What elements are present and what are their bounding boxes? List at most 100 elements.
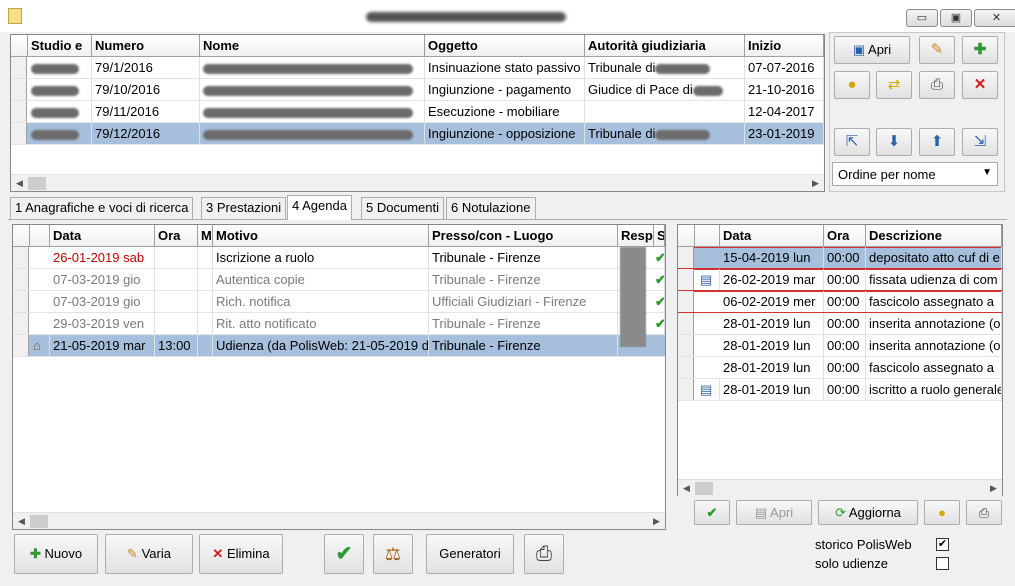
col-autorita[interactable]: Autorità giudiziaria: [585, 35, 745, 57]
elimina-button[interactable]: ✕ Elimina: [199, 534, 283, 574]
oggetto-cell: Ingiunzione - opposizione: [425, 123, 585, 144]
varia-button[interactable]: ✎ Varia: [105, 534, 193, 574]
last-record-button[interactable]: ⇲: [962, 128, 998, 156]
col-m[interactable]: M: [198, 225, 213, 247]
edit-pencil-button[interactable]: ✎: [919, 36, 955, 64]
col-nome[interactable]: Nome: [200, 35, 425, 57]
oggetto-cell: Insinuazione stato passivo: [425, 57, 585, 78]
tab-prestazioni[interactable]: 3 Prestazioni: [201, 197, 287, 219]
table-row[interactable]: 79/1/2016 Insinuazione stato passivo Tri…: [11, 57, 824, 79]
autorita-cell: Giudice di Pace di: [585, 79, 745, 100]
col-data[interactable]: Data: [50, 225, 155, 247]
aggiorna-button[interactable]: ⟳ Aggiorna: [818, 500, 918, 525]
tab-agenda[interactable]: 4 Agenda: [287, 195, 352, 220]
add-icon: ✚: [29, 546, 41, 561]
table-row[interactable]: 79/11/2016 Esecuzione - mobiliare 12-04-…: [11, 101, 824, 123]
inizio-cell: 12-04-2017: [745, 101, 824, 122]
done-check-icon: ✔: [654, 247, 665, 268]
close-button[interactable]: ✕: [974, 9, 1015, 27]
scroll-right-icon[interactable]: ▶: [648, 513, 665, 530]
polisweb-row-selected[interactable]: 15-04-2019 lun 00:00 depositato atto cuf…: [678, 247, 1002, 269]
coins-icon-button[interactable]: ●: [924, 500, 960, 525]
scroll-left-icon[interactable]: ◀: [678, 480, 695, 497]
polis-apri-button[interactable]: ▤ Apri: [736, 500, 812, 525]
studio-cell-redacted: [28, 79, 92, 100]
agenda-row-selected[interactable]: ⌂ 21-05-2019 mar 13:00 Udienza (da Polis…: [13, 335, 665, 357]
pratiche-grid[interactable]: Studio e Numero Nome Oggetto Autorità gi…: [10, 34, 825, 192]
agenda-grid[interactable]: Data Ora M Motivo Presso/con - Luogo Res…: [12, 224, 666, 530]
print-button[interactable]: ⎙: [919, 71, 955, 99]
col-data[interactable]: Data: [720, 225, 824, 247]
agenda-row[interactable]: 07-03-2019 gio Rich. notifica Ufficiali …: [13, 291, 665, 313]
polisweb-horizontal-scrollbar[interactable]: ◀ ▶: [678, 479, 1002, 496]
polisweb-row[interactable]: 06-02-2019 mer 00:00 fascicolo assegnato…: [678, 291, 1002, 313]
col-descrizione[interactable]: Descrizione: [866, 225, 1002, 247]
print-button[interactable]: ⎙: [524, 534, 564, 574]
polisweb-row[interactable]: 28-01-2019 lun 00:00 fascicolo assegnato…: [678, 357, 1002, 379]
polis-print-button[interactable]: ⎙: [966, 500, 1002, 525]
scroll-right-icon[interactable]: ▶: [807, 175, 824, 192]
coins-icon-button[interactable]: ●: [834, 71, 870, 99]
tab-notulazione[interactable]: 6 Notulazione: [446, 197, 536, 219]
col-ora[interactable]: Ora: [155, 225, 198, 247]
scroll-thumb[interactable]: [28, 177, 46, 190]
col-studio[interactable]: Studio e: [28, 35, 92, 57]
next-record-button[interactable]: ⬇: [876, 128, 912, 156]
agenda-horizontal-scrollbar[interactable]: ◀ ▶: [13, 512, 665, 529]
court-icon: ⌂: [30, 335, 50, 356]
numero-cell: 79/10/2016: [92, 79, 200, 100]
tab-divider: [8, 219, 1007, 220]
col-s[interactable]: S: [654, 225, 665, 247]
col-resp[interactable]: Resp: [618, 225, 654, 247]
nome-cell-redacted: [200, 79, 425, 100]
scroll-thumb[interactable]: [695, 482, 713, 495]
add-button[interactable]: ✚: [962, 36, 998, 64]
autorita-cell: [585, 101, 745, 122]
agenda-grid-header: Data Ora M Motivo Presso/con - Luogo Res…: [13, 225, 665, 247]
nome-cell-redacted: [200, 101, 425, 122]
agenda-row[interactable]: 07-03-2019 gio Autentica copie Tribunale…: [13, 269, 665, 291]
polisweb-row[interactable]: ▤ 26-02-2019 mar 00:00 fissata udienza d…: [678, 269, 1002, 291]
polisweb-row[interactable]: 28-01-2019 lun 00:00 inserita annotazion…: [678, 313, 1002, 335]
agenda-row[interactable]: 26-01-2019 sab Iscrizione a ruolo Tribun…: [13, 247, 665, 269]
polisweb-grid-header: Data Ora Descrizione: [678, 225, 1002, 247]
maximize-button[interactable]: ▣: [940, 9, 972, 27]
studio-cell-redacted: [28, 123, 92, 144]
minimize-button[interactable]: ▭: [906, 9, 938, 27]
solo-udienze-checkbox[interactable]: [936, 557, 949, 570]
order-select[interactable]: Ordine per nome ▼: [832, 162, 998, 186]
first-record-button[interactable]: ⇱: [834, 128, 870, 156]
previous-record-button[interactable]: ⬆: [919, 128, 955, 156]
studio-cell-redacted: [28, 101, 92, 122]
apri-button[interactable]: ▣ Apri: [834, 36, 910, 64]
coins-transfer-button[interactable]: ⇄: [876, 71, 912, 99]
tab-anagrafiche[interactable]: 1 Anagrafiche e voci di ricerca: [10, 197, 194, 219]
delete-button[interactable]: ✕: [962, 71, 998, 99]
col-oggetto[interactable]: Oggetto: [425, 35, 585, 57]
horizontal-scrollbar[interactable]: ◀ ▶: [11, 174, 824, 191]
done-check-icon: ✔: [654, 291, 665, 312]
nuovo-button[interactable]: ✚ Nuovo: [14, 534, 98, 574]
gavel-icon-button[interactable]: ⚖: [373, 534, 413, 574]
storico-polisweb-checkbox[interactable]: ✔: [936, 538, 949, 551]
generatori-button[interactable]: Generatori: [426, 534, 514, 574]
col-ora[interactable]: Ora: [824, 225, 866, 247]
scroll-thumb[interactable]: [30, 515, 48, 528]
scroll-right-icon[interactable]: ▶: [985, 480, 1002, 497]
scroll-left-icon[interactable]: ◀: [11, 175, 28, 192]
confirm-button[interactable]: ✔: [694, 500, 730, 525]
col-inizio[interactable]: Inizio: [745, 35, 824, 57]
table-row-selected[interactable]: 79/12/2016 Ingiunzione - opposizione Tri…: [11, 123, 824, 145]
polisweb-grid[interactable]: Data Ora Descrizione 15-04-2019 lun 00:0…: [677, 224, 1003, 496]
col-numero[interactable]: Numero: [92, 35, 200, 57]
polisweb-row[interactable]: 28-01-2019 lun 00:00 inserita annotazion…: [678, 335, 1002, 357]
agenda-row[interactable]: 29-03-2019 ven Rit. atto notificato Trib…: [13, 313, 665, 335]
storico-polisweb-label: storico PolisWeb: [815, 537, 912, 552]
col-luogo[interactable]: Presso/con - Luogo: [429, 225, 618, 247]
scroll-left-icon[interactable]: ◀: [13, 513, 30, 530]
col-motivo[interactable]: Motivo: [213, 225, 429, 247]
confirm-button[interactable]: ✔: [324, 534, 364, 574]
table-row[interactable]: 79/10/2016 Ingiunzione - pagamento Giudi…: [11, 79, 824, 101]
tab-documenti[interactable]: 5 Documenti: [361, 197, 444, 219]
polisweb-row[interactable]: ▤ 28-01-2019 lun 00:00 iscritto a ruolo …: [678, 379, 1002, 401]
